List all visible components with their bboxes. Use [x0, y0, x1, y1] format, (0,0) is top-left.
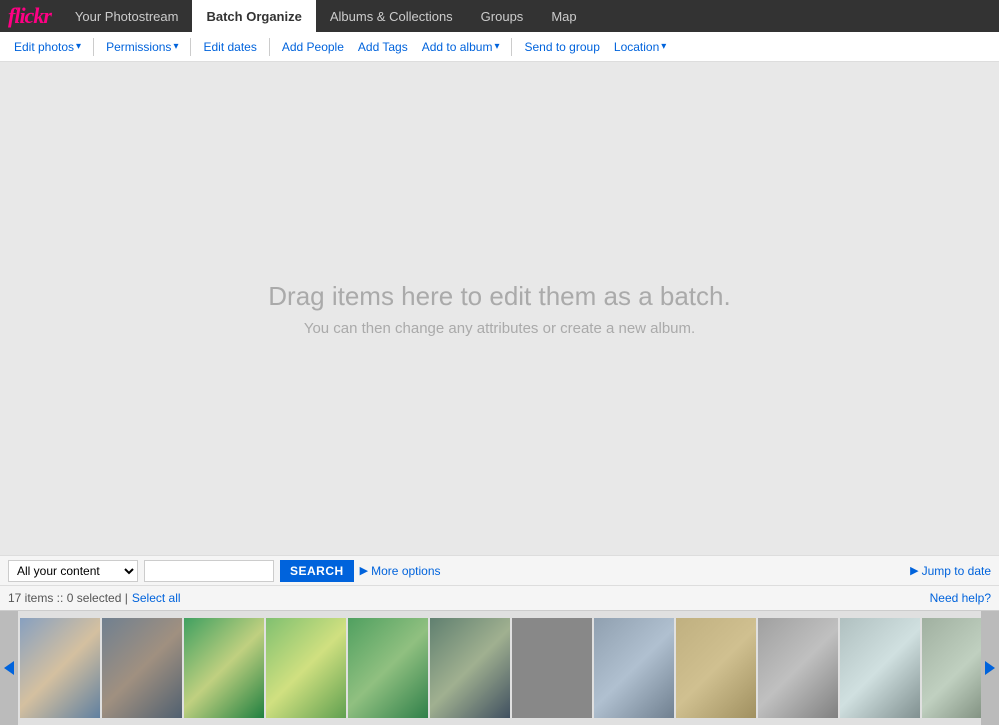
add-to-album-dropdown-icon: ▾ — [494, 41, 499, 52]
jump-to-date-triangle-icon: ▶ — [910, 564, 918, 577]
toolbar-separator-1 — [93, 38, 94, 56]
nav-map[interactable]: Map — [537, 0, 590, 32]
nav-groups[interactable]: Groups — [467, 0, 538, 32]
photo-thumb[interactable] — [348, 618, 428, 718]
photo-thumb[interactable] — [512, 618, 592, 718]
location-dropdown-icon: ▾ — [661, 41, 666, 52]
select-all-link[interactable]: Select all — [132, 591, 181, 605]
items-bar: 17 items :: 0 selected | Select all Need… — [0, 585, 999, 610]
add-people-button[interactable]: Add People — [276, 37, 350, 57]
photo-thumb[interactable] — [266, 618, 346, 718]
more-options-triangle-icon: ▶ — [360, 564, 368, 577]
photo-strip — [0, 610, 999, 725]
add-to-album-button[interactable]: Add to album ▾ — [416, 37, 506, 57]
flickr-logo: flickr — [8, 3, 51, 29]
permissions-dropdown-icon: ▾ — [173, 41, 178, 52]
search-bar: All your content Just photos Just videos… — [0, 555, 999, 585]
need-help-link[interactable]: Need help? — [930, 591, 991, 605]
photo-thumb[interactable] — [184, 618, 264, 718]
photo-thumb[interactable] — [20, 618, 100, 718]
nav-batch-organize[interactable]: Batch Organize — [192, 0, 315, 32]
strip-prev-arrow[interactable] — [0, 611, 18, 725]
items-count-text: 17 items :: 0 selected | — [8, 591, 128, 605]
toolbar-separator-3 — [269, 38, 270, 56]
more-options-button[interactable]: ▶ More options — [360, 564, 441, 578]
edit-dates-button[interactable]: Edit dates — [197, 37, 262, 57]
batch-drop-area: Drag items here to edit them as a batch.… — [0, 62, 999, 555]
photo-thumb[interactable] — [102, 618, 182, 718]
toolbar-separator-2 — [190, 38, 191, 56]
drop-area-title: Drag items here to edit them as a batch. — [268, 281, 730, 312]
photo-thumb[interactable] — [840, 618, 920, 718]
top-navigation: flickr Your Photostream Batch Organize A… — [0, 0, 999, 32]
next-arrow-icon — [985, 661, 995, 675]
prev-arrow-icon — [4, 661, 14, 675]
permissions-button[interactable]: Permissions ▾ — [100, 37, 184, 57]
photo-thumb[interactable] — [676, 618, 756, 718]
photo-container — [18, 611, 981, 725]
content-type-select[interactable]: All your content Just photos Just videos — [8, 560, 138, 582]
toolbar-separator-4 — [511, 38, 512, 56]
photo-thumb[interactable] — [430, 618, 510, 718]
photo-thumb[interactable] — [594, 618, 674, 718]
strip-next-arrow[interactable] — [981, 611, 999, 725]
edit-photos-dropdown-icon: ▾ — [76, 41, 81, 52]
location-button[interactable]: Location ▾ — [608, 37, 672, 57]
search-input[interactable] — [144, 560, 274, 582]
photo-thumb[interactable] — [922, 618, 981, 718]
nav-albums-collections[interactable]: Albums & Collections — [316, 0, 467, 32]
search-button[interactable]: SEARCH — [280, 560, 354, 582]
jump-to-date-button[interactable]: ▶ Jump to date — [910, 564, 991, 578]
add-tags-button[interactable]: Add Tags — [352, 37, 414, 57]
toolbar: Edit photos ▾ Permissions ▾ Edit dates A… — [0, 32, 999, 62]
nav-your-photostream[interactable]: Your Photostream — [61, 0, 193, 32]
send-to-group-button[interactable]: Send to group — [518, 37, 605, 57]
photo-thumb[interactable] — [758, 618, 838, 718]
edit-photos-button[interactable]: Edit photos ▾ — [8, 37, 87, 57]
drop-area-subtitle: You can then change any attributes or cr… — [304, 320, 695, 337]
